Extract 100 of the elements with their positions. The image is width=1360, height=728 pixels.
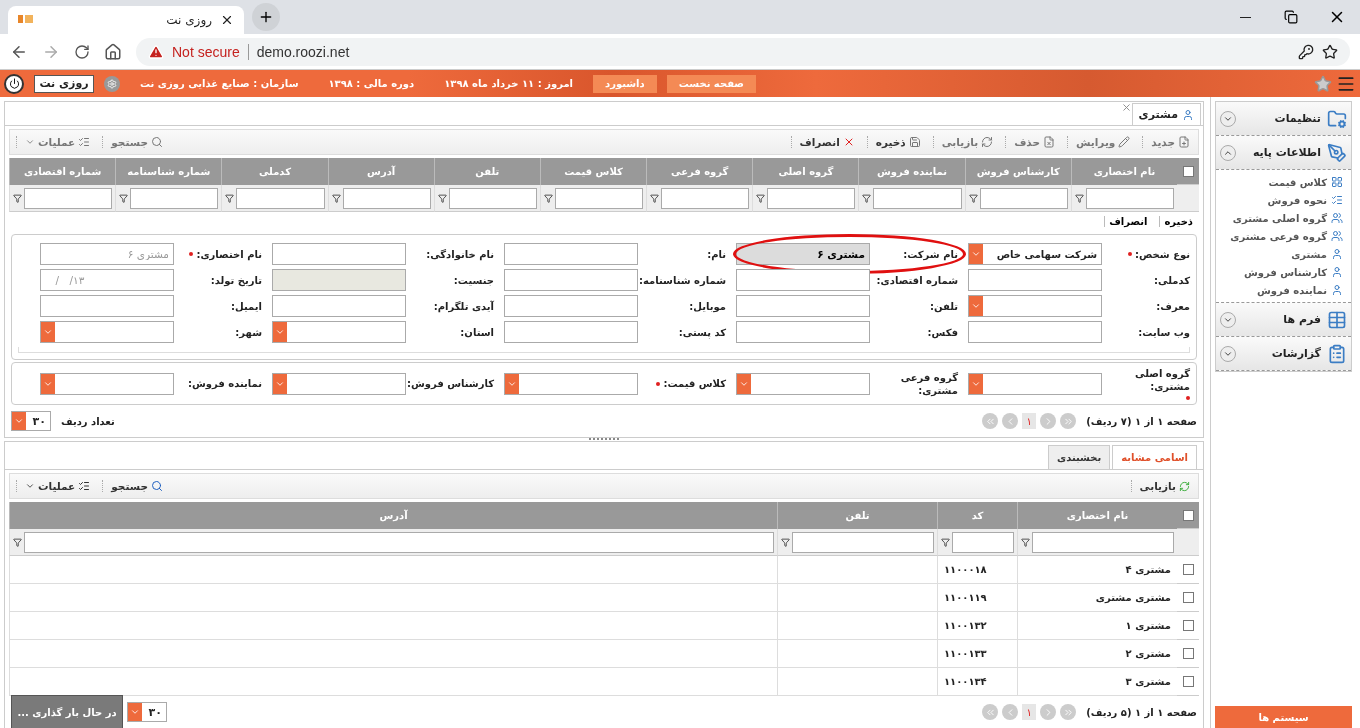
- filter-icon[interactable]: [437, 193, 447, 203]
- expand-icon[interactable]: [1220, 345, 1236, 362]
- new-tab-button[interactable]: [252, 3, 280, 31]
- page-size-select[interactable]: ۳۰: [11, 411, 51, 431]
- filter-field[interactable]: [24, 531, 774, 553]
- input-field[interactable]: [968, 269, 1102, 291]
- column-header[interactable]: کارشناس فروش: [964, 158, 1071, 185]
- toolbar-button[interactable]: انصراف: [790, 136, 857, 148]
- input-field[interactable]: [736, 295, 870, 317]
- power-button[interactable]: [4, 73, 24, 94]
- filter-field[interactable]: [979, 187, 1068, 209]
- filter-icon[interactable]: [13, 537, 22, 547]
- row-checkbox[interactable]: [1182, 648, 1194, 659]
- filter-field[interactable]: [342, 187, 431, 209]
- last-page-button[interactable]: [982, 413, 999, 429]
- filter-icon[interactable]: [119, 193, 129, 203]
- input-field[interactable]: [272, 243, 406, 265]
- filter-field[interactable]: [554, 187, 644, 209]
- filter-field[interactable]: [873, 187, 962, 209]
- input-field[interactable]: [40, 295, 174, 317]
- filter-icon[interactable]: [968, 193, 978, 203]
- filter-field[interactable]: [792, 531, 934, 553]
- search-button[interactable]: جستجو: [102, 136, 165, 148]
- column-header[interactable]: کلاس قیمت: [539, 158, 647, 185]
- input-field[interactable]: __/__/۱۳: [40, 269, 174, 291]
- sidebar-section[interactable]: گزارشات: [1216, 337, 1351, 371]
- filter-icon[interactable]: [941, 537, 950, 547]
- page-number[interactable]: ۱: [1022, 704, 1037, 720]
- refresh-button[interactable]: بازیابی: [1130, 480, 1192, 492]
- input-field[interactable]: [504, 321, 638, 343]
- row-checkbox[interactable]: [1182, 564, 1194, 575]
- filter-icon[interactable]: [225, 193, 235, 203]
- toolbar-button[interactable]: بازیابی: [932, 136, 996, 148]
- expand-icon[interactable]: [1220, 110, 1236, 127]
- select-field[interactable]: [272, 372, 406, 395]
- previous-page-button[interactable]: [1040, 413, 1057, 429]
- settings-button[interactable]: [104, 75, 120, 92]
- column-header[interactable]: تلفن: [433, 158, 540, 185]
- row-checkbox[interactable]: [1182, 620, 1194, 631]
- address-bar[interactable]: Not secure demo.roozi.net: [136, 37, 1350, 66]
- column-header[interactable]: گروه فرعی: [646, 158, 753, 185]
- filter-field[interactable]: [952, 531, 1014, 553]
- filter-icon[interactable]: [331, 193, 341, 203]
- next-page-button[interactable]: [1002, 413, 1019, 429]
- page-size-select[interactable]: ۳۰: [127, 702, 167, 722]
- select-field[interactable]: شرکت سهامی خاص: [968, 243, 1102, 265]
- filter-field[interactable]: [1085, 187, 1174, 209]
- filter-icon[interactable]: [13, 193, 22, 203]
- filter-icon[interactable]: [756, 193, 766, 203]
- input-field[interactable]: [272, 295, 406, 317]
- toolbar-button[interactable]: ویرایش: [1066, 136, 1133, 148]
- filter-icon[interactable]: [1074, 193, 1084, 203]
- column-header[interactable]: آدرس: [327, 158, 434, 185]
- splitter-handle[interactable]: [589, 438, 619, 441]
- tab[interactable]: اسامی مشابه: [1112, 445, 1197, 469]
- select-field[interactable]: [968, 372, 1102, 395]
- search-button[interactable]: جستجو: [102, 480, 165, 492]
- column-header[interactable]: گروه اصلی: [752, 158, 859, 185]
- last-page-button[interactable]: [982, 704, 999, 720]
- toolbar-button[interactable]: جدید: [1142, 136, 1192, 148]
- filter-field[interactable]: [236, 187, 325, 209]
- next-page-button[interactable]: [1002, 704, 1019, 720]
- filter-icon[interactable]: [862, 193, 872, 203]
- sidebar-section[interactable]: فرم ها: [1216, 303, 1351, 337]
- column-header[interactable]: شماره اقتصادی: [9, 158, 116, 185]
- select-field[interactable]: [504, 372, 638, 395]
- operations-button[interactable]: عملیات: [16, 136, 93, 148]
- select-field[interactable]: [968, 295, 1102, 317]
- filter-field[interactable]: [24, 187, 113, 209]
- filter-icon[interactable]: [1021, 537, 1030, 547]
- first-page-button[interactable]: [1060, 413, 1077, 429]
- filter-field[interactable]: [448, 187, 537, 209]
- operations-button[interactable]: عملیات: [16, 480, 93, 492]
- column-header[interactable]: نماینده فروش: [858, 158, 965, 185]
- close-icon[interactable]: [220, 13, 234, 27]
- column-header[interactable]: نام اختصاری: [1017, 502, 1177, 529]
- sidebar-section[interactable]: تنظیمات: [1216, 102, 1351, 136]
- row-checkbox[interactable]: [1182, 676, 1194, 687]
- header-button[interactable]: داشبورد: [593, 74, 657, 93]
- select-field[interactable]: [272, 321, 406, 343]
- input-field[interactable]: [736, 321, 870, 343]
- toolbar-button[interactable]: ذخیره: [866, 136, 923, 148]
- column-header[interactable]: نام اختصاری: [1070, 158, 1177, 185]
- select-field[interactable]: [736, 372, 870, 395]
- filter-field[interactable]: [661, 187, 750, 209]
- key-icon[interactable]: [1298, 43, 1314, 60]
- reload-button[interactable]: [74, 43, 90, 60]
- input-field[interactable]: [504, 243, 638, 265]
- collapse-icon[interactable]: [1220, 144, 1236, 161]
- toolbar-button[interactable]: حذف: [1005, 136, 1057, 148]
- input-field[interactable]: [504, 269, 638, 291]
- select-field[interactable]: [40, 372, 174, 395]
- select-all-checkbox[interactable]: [1182, 509, 1194, 521]
- systems-button[interactable]: سیستم ها: [1215, 706, 1352, 728]
- favorites-star-icon[interactable]: [1314, 74, 1332, 93]
- header-button[interactable]: صفحه نخست: [666, 74, 756, 93]
- input-field[interactable]: مشتری ۶: [736, 243, 870, 265]
- filter-field[interactable]: [767, 187, 856, 209]
- input-field[interactable]: [504, 295, 638, 317]
- page-number[interactable]: ۱: [1022, 413, 1037, 429]
